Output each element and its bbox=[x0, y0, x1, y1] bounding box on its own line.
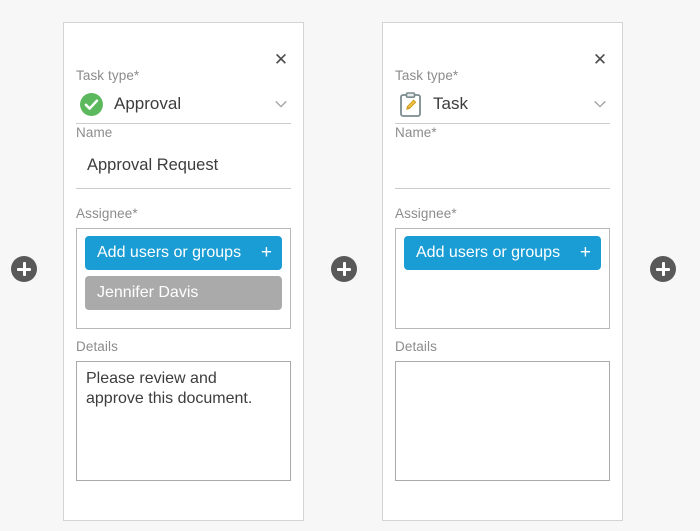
card-body: Task type* Task bbox=[395, 67, 610, 481]
name-label: Name* bbox=[395, 124, 610, 142]
plus-glyph-icon: + bbox=[580, 236, 591, 270]
spacer bbox=[76, 329, 291, 338]
task-type-select[interactable]: Approval bbox=[76, 85, 291, 124]
name-input[interactable]: Approval Request bbox=[76, 142, 291, 189]
name-label: Name bbox=[76, 124, 291, 142]
assignee-input-box[interactable]: Add users or groups + Jennifer Davis bbox=[76, 228, 291, 329]
plus-icon-vertical-bar bbox=[343, 262, 346, 276]
check-circle-icon bbox=[78, 91, 104, 117]
field-details: Details bbox=[395, 338, 610, 481]
chevron-down-icon bbox=[273, 96, 289, 112]
plus-icon-vertical-bar bbox=[662, 262, 665, 276]
add-users-or-groups-button[interactable]: Add users or groups + bbox=[404, 236, 601, 270]
task-type-value: Approval bbox=[114, 94, 273, 114]
task-type-value: Task bbox=[433, 94, 592, 114]
task-type-select[interactable]: Task bbox=[395, 85, 610, 124]
spacer bbox=[395, 189, 610, 205]
add-step-after-last-button[interactable] bbox=[650, 256, 676, 282]
assignee-label: Assignee* bbox=[395, 205, 610, 223]
add-users-or-groups-button[interactable]: Add users or groups + bbox=[85, 236, 282, 270]
card-body: Task type* Approval bbox=[76, 67, 291, 481]
add-users-or-groups-label: Add users or groups bbox=[416, 244, 560, 261]
field-assignee: Assignee* Add users or groups + Jennifer… bbox=[76, 205, 291, 329]
task-type-label: Task type* bbox=[76, 67, 291, 85]
assignee-input-box[interactable]: Add users or groups + bbox=[395, 228, 610, 329]
spacer bbox=[395, 329, 610, 338]
task-card-task: ✕ Task type* Task bbox=[382, 22, 623, 521]
details-label: Details bbox=[395, 338, 610, 356]
chevron-down-icon bbox=[592, 96, 608, 112]
details-textarea[interactable] bbox=[395, 361, 610, 481]
field-name: Name* bbox=[395, 124, 610, 189]
add-step-between-button[interactable] bbox=[331, 256, 357, 282]
field-task-type: Task type* Approval bbox=[76, 67, 291, 124]
add-users-or-groups-label: Add users or groups bbox=[97, 244, 241, 261]
plus-glyph-icon: + bbox=[261, 236, 272, 270]
field-details: Details Please review and approve this d… bbox=[76, 338, 291, 481]
assignee-label: Assignee* bbox=[76, 205, 291, 223]
spacer bbox=[76, 189, 291, 205]
clipboard-pencil-icon bbox=[397, 91, 423, 117]
field-assignee: Assignee* Add users or groups + bbox=[395, 205, 610, 329]
details-textarea[interactable]: Please review and approve this document. bbox=[76, 361, 291, 481]
task-card-approval: ✕ Task type* Approval bbox=[63, 22, 304, 521]
field-name: Name Approval Request bbox=[76, 124, 291, 189]
plus-icon-vertical-bar bbox=[23, 262, 26, 276]
field-task-type: Task type* Task bbox=[395, 67, 610, 124]
assignee-chip[interactable]: Jennifer Davis bbox=[85, 276, 282, 310]
workflow-canvas: ✕ Task type* Approval bbox=[0, 0, 700, 531]
add-step-before-first-button[interactable] bbox=[11, 256, 37, 282]
name-input[interactable] bbox=[395, 142, 610, 189]
details-label: Details bbox=[76, 338, 291, 356]
task-type-label: Task type* bbox=[395, 67, 610, 85]
